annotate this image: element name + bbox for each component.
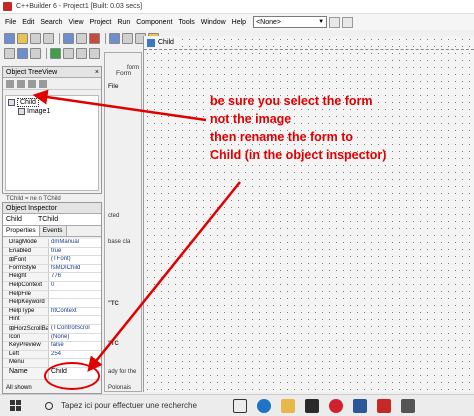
media-icon[interactable] [305, 398, 319, 413]
file-explorer-icon[interactable] [281, 398, 295, 413]
cbuilder-icon[interactable] [377, 398, 391, 413]
annotation-arrow-to-tree [32, 89, 207, 122]
taskbar: Tapez ici pour effectuer une recherche [0, 394, 474, 416]
taskbar-search-input[interactable]: Tapez ici pour effectuer une recherche [31, 395, 221, 416]
search-icon [45, 401, 53, 410]
windows-start-icon[interactable] [10, 400, 21, 411]
taskbar-apps [233, 398, 425, 413]
annotation-arrows [32, 89, 241, 372]
edge-icon[interactable] [257, 398, 271, 413]
word-icon[interactable] [353, 398, 367, 413]
annotation-arrow-to-name [87, 181, 241, 372]
task-view-icon[interactable] [233, 398, 247, 413]
search-placeholder: Tapez ici pour effectuer une recherche [61, 401, 197, 410]
app-icon[interactable] [401, 398, 415, 413]
opera-icon[interactable] [329, 398, 343, 413]
